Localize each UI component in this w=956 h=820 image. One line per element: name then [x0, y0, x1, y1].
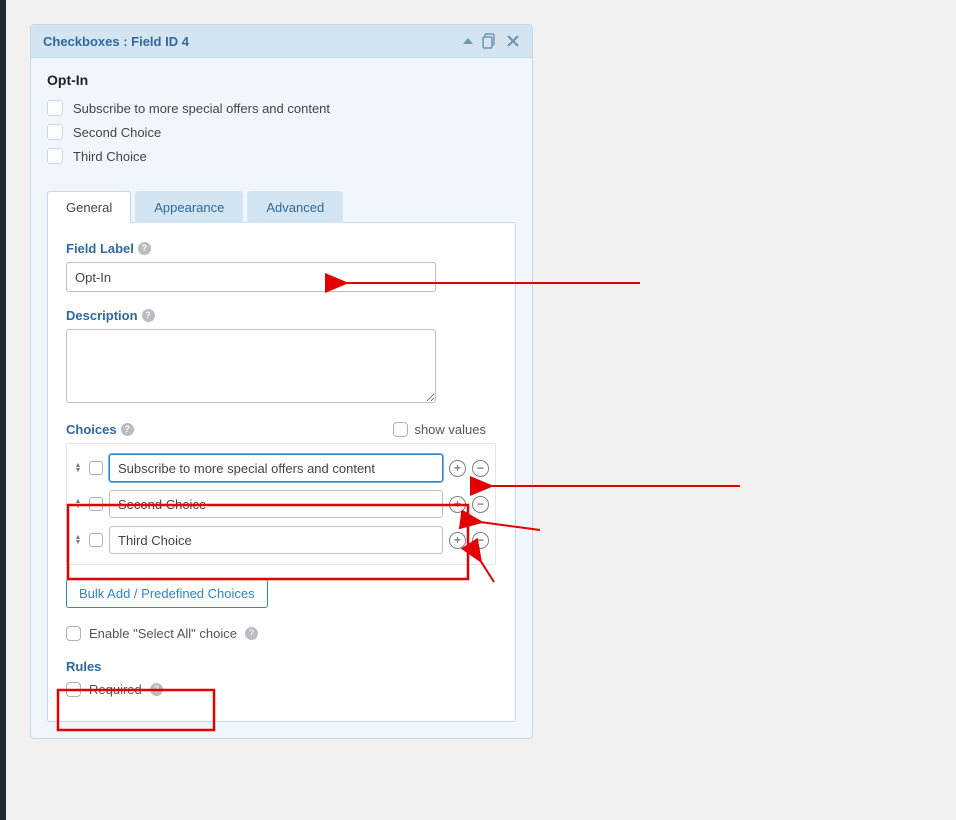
sort-handle-icon[interactable]: ▲▼ [73, 463, 83, 473]
sort-handle-icon[interactable]: ▲▼ [73, 499, 83, 509]
bulk-add-button[interactable]: Bulk Add / Predefined Choices [66, 579, 268, 608]
select-all-label: Enable "Select All" choice [89, 626, 237, 641]
show-values-toggle[interactable]: show values [393, 422, 486, 437]
help-icon[interactable]: ? [245, 627, 258, 640]
remove-choice-icon[interactable] [472, 460, 489, 477]
field-settings-panel: Checkboxes : Field ID 4 Opt-In [30, 24, 533, 739]
panel-title: Checkboxes : Field ID 4 [43, 34, 189, 49]
tab-body-general: Field Label ? Description ? Choices ? sh… [47, 222, 516, 722]
preview-item-label: Third Choice [73, 149, 147, 164]
field-label-title-row: Field Label ? [66, 241, 497, 256]
field-label-input[interactable] [66, 262, 436, 292]
select-all-row[interactable]: Enable "Select All" choice ? [66, 626, 497, 641]
choices-title: Choices [66, 422, 117, 437]
collapse-icon[interactable] [462, 36, 474, 46]
help-icon[interactable]: ? [138, 242, 151, 255]
show-values-checkbox[interactable] [393, 422, 408, 437]
description-title-row: Description ? [66, 308, 497, 323]
select-all-checkbox[interactable] [66, 626, 81, 641]
choice-default-checkbox[interactable] [89, 461, 103, 475]
preview-item: Second Choice [47, 124, 516, 140]
required-checkbox[interactable] [66, 682, 81, 697]
field-preview: Opt-In Subscribe to more special offers … [31, 58, 532, 190]
sort-handle-icon[interactable]: ▲▼ [73, 535, 83, 545]
preview-checkbox[interactable] [47, 100, 63, 116]
preview-item-label: Subscribe to more special offers and con… [73, 101, 330, 116]
panel-actions [462, 33, 520, 49]
required-row[interactable]: Required ? [66, 682, 497, 697]
choices-list: ▲▼ ▲▼ ▲▼ [66, 443, 496, 565]
choice-default-checkbox[interactable] [89, 533, 103, 547]
help-icon[interactable]: ? [142, 309, 155, 322]
help-icon[interactable]: ? [121, 423, 134, 436]
tab-appearance[interactable]: Appearance [135, 191, 243, 223]
rules-title: Rules [66, 659, 497, 674]
preview-label: Opt-In [47, 72, 516, 88]
choice-row: ▲▼ [73, 486, 489, 522]
tab-advanced[interactable]: Advanced [247, 191, 343, 223]
remove-choice-icon[interactable] [472, 496, 489, 513]
preview-item: Third Choice [47, 148, 516, 164]
choices-header: Choices ? show values [66, 422, 486, 437]
choice-input[interactable] [109, 454, 443, 482]
choice-input[interactable] [109, 490, 443, 518]
tab-general[interactable]: General [47, 191, 131, 223]
panel-header: Checkboxes : Field ID 4 [31, 25, 532, 58]
choices-title-row: Choices ? [66, 422, 134, 437]
choice-row: ▲▼ [73, 522, 489, 558]
duplicate-icon[interactable] [482, 33, 498, 49]
app-left-bar [0, 0, 6, 820]
required-label: Required [89, 682, 142, 697]
close-icon[interactable] [506, 34, 520, 48]
choice-input[interactable] [109, 526, 443, 554]
help-icon[interactable]: ? [150, 683, 163, 696]
preview-item-label: Second Choice [73, 125, 161, 140]
preview-checkbox[interactable] [47, 148, 63, 164]
field-label-title: Field Label [66, 241, 134, 256]
choice-default-checkbox[interactable] [89, 497, 103, 511]
add-choice-icon[interactable] [449, 532, 466, 549]
add-choice-icon[interactable] [449, 460, 466, 477]
preview-checkbox[interactable] [47, 124, 63, 140]
description-textarea[interactable] [66, 329, 436, 403]
preview-item: Subscribe to more special offers and con… [47, 100, 516, 116]
add-choice-icon[interactable] [449, 496, 466, 513]
remove-choice-icon[interactable] [472, 532, 489, 549]
show-values-label: show values [414, 422, 486, 437]
tabs: General Appearance Advanced [31, 190, 532, 222]
choice-row: ▲▼ [73, 450, 489, 486]
description-title: Description [66, 308, 138, 323]
